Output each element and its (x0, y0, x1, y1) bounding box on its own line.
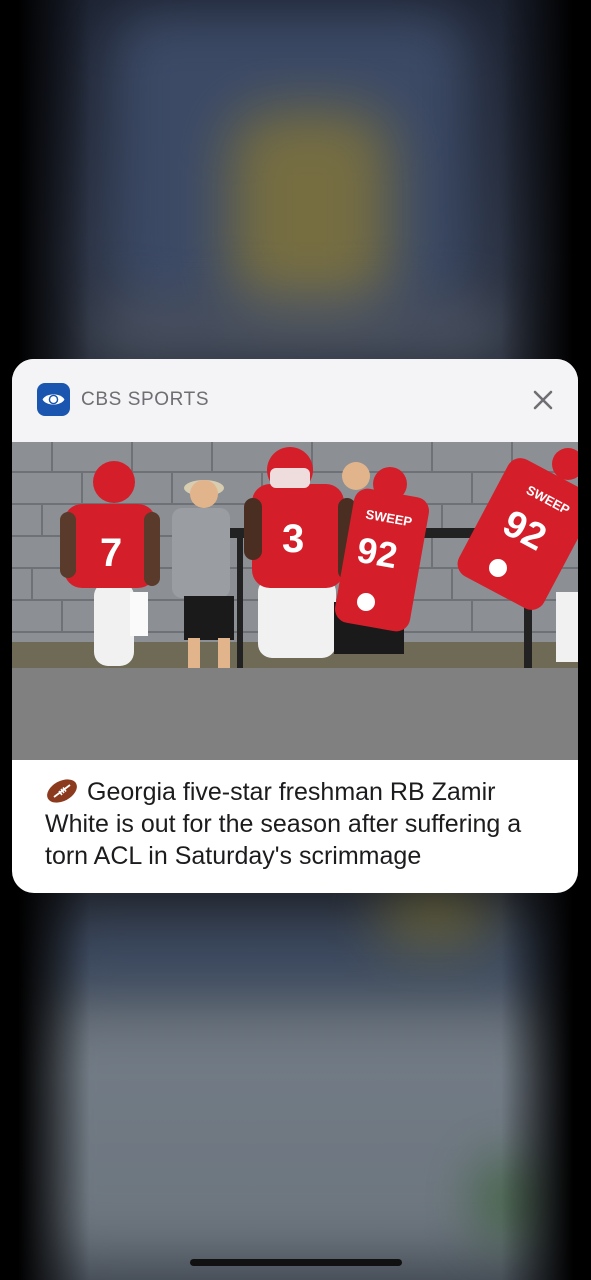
notification-message-block: Georgia five-star freshman RB Zamir Whit… (45, 776, 555, 872)
app-name: CBS SPORTS (81, 389, 210, 410)
home-indicator[interactable] (190, 1259, 402, 1266)
football-icon (47, 779, 77, 803)
notification-message: Georgia five-star freshman RB Zamir Whit… (45, 778, 522, 870)
svg-text:7: 7 (100, 531, 122, 575)
notification-card[interactable]: CBS SPORTS 7 3 SWEEP 92 SWEEP 92 Georgia… (12, 359, 578, 893)
notification-header: CBS SPORTS (12, 359, 578, 442)
notification-media[interactable]: 7 3 SWEEP 92 SWEEP 92 (12, 442, 578, 760)
close-button[interactable] (524, 381, 562, 419)
svg-text:92: 92 (354, 529, 401, 576)
news-photo: 7 3 SWEEP 92 SWEEP 92 (12, 442, 578, 668)
close-icon (533, 390, 553, 410)
svg-text:3: 3 (282, 517, 304, 561)
cbs-eye-icon (37, 383, 70, 416)
